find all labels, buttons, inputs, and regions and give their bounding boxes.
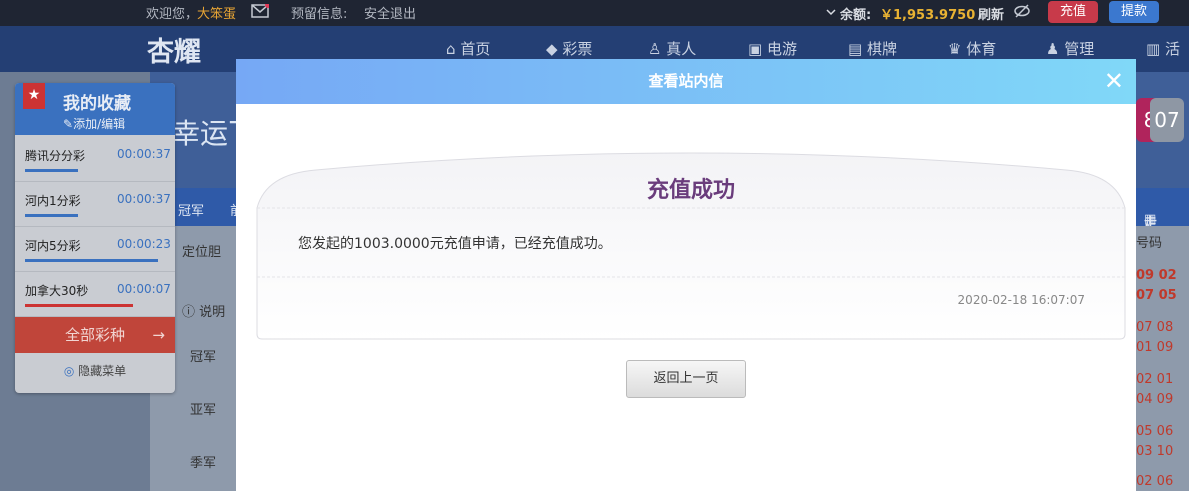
withdraw-button[interactable]: 提款: [1109, 1, 1159, 23]
favorite-name: 河内1分彩: [25, 194, 81, 208]
message-date: 2020-02-18 16:07:07: [957, 293, 1085, 307]
favorite-countdown: 00:00:37: [117, 147, 171, 161]
username-link[interactable]: 大笨蛋: [197, 3, 236, 22]
card-title: 充值成功: [646, 178, 735, 203]
trophy-icon: ♛: [948, 40, 962, 58]
nav-item-sports[interactable]: ♛ 体育: [948, 38, 996, 59]
eye-slash-icon[interactable]: [1013, 4, 1031, 22]
refresh-link[interactable]: 刷新: [978, 4, 1004, 23]
welcome-text: 欢迎您，: [146, 7, 199, 22]
modal-header: 查看站内信: [236, 59, 1136, 104]
balance-value: ￥1,953.9750: [880, 8, 976, 23]
arrow-right-icon: →: [152, 326, 165, 344]
row-label: 定位胆: [182, 245, 222, 260]
countdown-bar: [25, 169, 79, 172]
history-number: 02 06: [1136, 474, 1174, 489]
top-bar: 欢迎您， 大笨蛋 预留信息: 安全退出 余额: ￥1,953.9750 刷新 充…: [0, 0, 1189, 26]
favorite-name: 腾讯分分彩: [25, 149, 86, 163]
message-modal: 查看站内信 ✕ 充值成功 您发起的1003.0000元充值申请，已经充值成功。 …: [236, 59, 1136, 491]
countdown-bar: [25, 304, 133, 307]
countdown-bar: [25, 214, 79, 217]
favorites-panel: ★ 我的收藏 ✎添加/编辑 腾讯分分彩 00:00:37 河内1分彩 00:00…: [15, 83, 175, 393]
favorite-countdown: 00:00:37: [117, 192, 171, 206]
favorite-name: 加拿大30秒: [25, 284, 89, 298]
deposit-button[interactable]: 充值: [1048, 1, 1098, 23]
modal-title: 查看站内信: [648, 72, 724, 90]
tab-champion[interactable]: 冠军: [178, 200, 204, 219]
nav-item-live[interactable]: ♙ 真人: [648, 38, 696, 59]
nav-item-manage[interactable]: ♟ 管理: [1046, 38, 1094, 59]
nav-item-lottery[interactable]: ◆ 彩票: [546, 38, 592, 59]
slot-icon: ▣: [748, 40, 763, 58]
message-text: 您发起的1003.0000元充值申请，已经充值成功。: [298, 236, 612, 252]
reserve-info-label: 预留信息:: [291, 7, 348, 22]
home-icon: ⌂: [446, 40, 456, 58]
position-label: 冠军: [190, 350, 217, 365]
history-number: 02 01: [1136, 372, 1174, 387]
info-link[interactable]: ⓘ 说明: [182, 301, 225, 320]
site-logo[interactable]: 杏耀: [147, 30, 201, 69]
back-button[interactable]: 返回上一页: [626, 360, 746, 398]
gift-icon: ▥: [1146, 40, 1161, 58]
favorite-countdown: 00:00:23: [117, 237, 171, 251]
position-label: 亚军: [190, 403, 217, 418]
favorite-name: 河内5分彩: [25, 239, 81, 253]
favorite-item[interactable]: 加拿大30秒 00:00:07: [15, 272, 175, 317]
history-number: 09 02: [1136, 268, 1177, 283]
eye-slash-icon: ◎: [63, 364, 75, 378]
chevron-down-icon[interactable]: [826, 6, 836, 21]
hide-menu-button[interactable]: ◎ 隐藏菜单: [15, 353, 175, 389]
users-icon: ♟: [1046, 40, 1060, 58]
pencil-icon: ✎: [63, 117, 74, 131]
favorites-title: 我的收藏: [63, 94, 131, 114]
favorites-header: ★ 我的收藏 ✎添加/编辑: [15, 83, 175, 135]
history-number: 07 08: [1136, 320, 1174, 335]
nav-item-home[interactable]: ⌂ 首页: [446, 38, 490, 59]
balance-label: 余额:: [840, 8, 872, 23]
mail-icon[interactable]: [251, 2, 271, 22]
favorite-item[interactable]: 河内5分彩 00:00:23: [15, 227, 175, 272]
ticket-icon: ◆: [546, 40, 558, 58]
history-number: 03 10: [1136, 444, 1174, 459]
card-icon: ▤: [848, 40, 863, 58]
info-icon: ⓘ: [182, 305, 196, 320]
draw-ball: 07: [1150, 98, 1184, 142]
favorite-countdown: 00:00:07: [117, 282, 171, 296]
column-header: 号码: [1136, 236, 1163, 251]
star-icon: ★: [23, 83, 45, 109]
edit-favorites-link[interactable]: ✎添加/编辑: [63, 115, 125, 132]
history-number: 04 09: [1136, 392, 1174, 407]
position-label: 季军: [190, 456, 217, 471]
countdown-bar: [25, 259, 158, 262]
favorite-item[interactable]: 腾讯分分彩 00:00:37: [15, 137, 175, 182]
nav-item-slots[interactable]: ▣ 电游: [748, 38, 797, 59]
nav-item-chess[interactable]: ▤ 棋牌: [848, 38, 897, 59]
person-icon: ♙: [648, 40, 662, 58]
nav-item-promo[interactable]: ▥ 活: [1146, 38, 1180, 59]
history-number: 05 06: [1136, 424, 1174, 439]
favorite-item[interactable]: 河内1分彩 00:00:37: [15, 182, 175, 227]
history-number: 07 05: [1136, 288, 1177, 303]
logout-link[interactable]: 安全退出: [364, 3, 416, 22]
all-lottery-button[interactable]: 全部彩种 →: [15, 317, 175, 353]
history-number: 01 09: [1136, 340, 1174, 355]
message-card: 充值成功 您发起的1003.0000元充值申请，已经充值成功。 2020-02-…: [256, 144, 1126, 340]
close-icon[interactable]: ✕: [1104, 67, 1124, 95]
